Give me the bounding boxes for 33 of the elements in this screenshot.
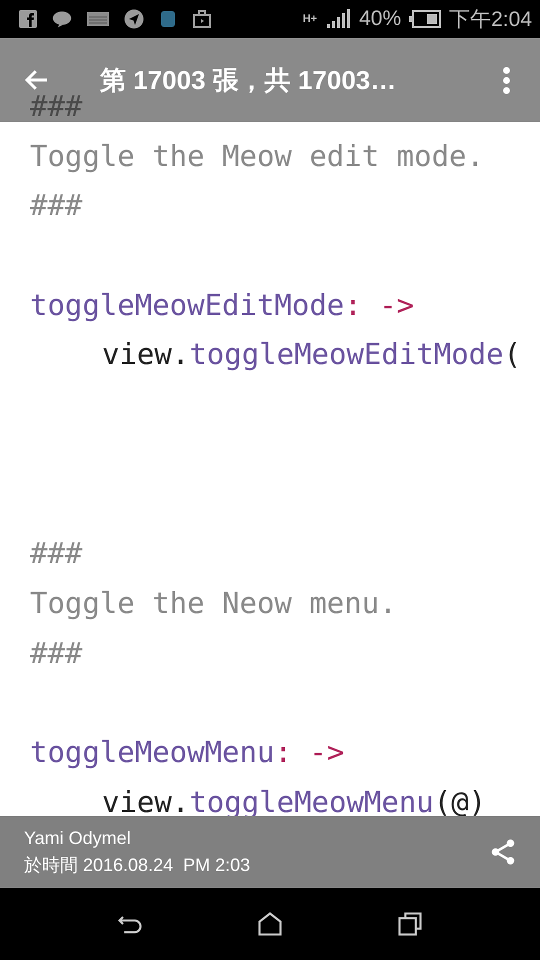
code-token: toggleMeowEditMode	[189, 337, 504, 372]
code-token: toggleMeowMenu	[189, 784, 434, 819]
code-token: : ->	[344, 288, 414, 322]
code-token: Toggle the Meow edit mode.	[30, 138, 484, 173]
code-token: Toggle the Neow menu.	[30, 586, 397, 620]
code-token: view.	[102, 337, 190, 372]
author-name: Yami Odymel	[24, 828, 132, 848]
send-icon	[124, 9, 144, 29]
facebook-icon	[18, 9, 38, 29]
battery-icon	[409, 10, 442, 28]
clock: 下午2:04	[449, 7, 532, 33]
code-token: ###	[30, 89, 82, 123]
timestamp: 於時間 2016.08.24 PM 2:03	[24, 854, 250, 876]
image-icon	[86, 10, 110, 28]
recents-icon	[396, 910, 424, 938]
battery-percent: 40%	[359, 7, 402, 31]
signal-icon	[325, 9, 352, 29]
code-token: : ->	[274, 734, 344, 769]
code-token: toggleMeowEditMode	[30, 288, 344, 322]
code-token: view.	[102, 784, 190, 819]
briefcase-icon	[192, 9, 212, 29]
code-token: ###	[30, 636, 82, 670]
code-token: ###	[30, 536, 82, 570]
code-token: (	[504, 337, 522, 372]
code-token: toggleMeowMenu	[30, 734, 274, 769]
more-icon	[503, 66, 510, 94]
code-token: ###	[30, 188, 82, 222]
network-type: H+	[302, 14, 318, 24]
sd-card-icon	[158, 9, 178, 29]
window-title: 第 17003 張，共 17003…	[99, 64, 398, 96]
home-icon	[256, 910, 284, 938]
chat-bubble-icon	[52, 9, 72, 29]
code-token: (@)	[434, 784, 486, 819]
